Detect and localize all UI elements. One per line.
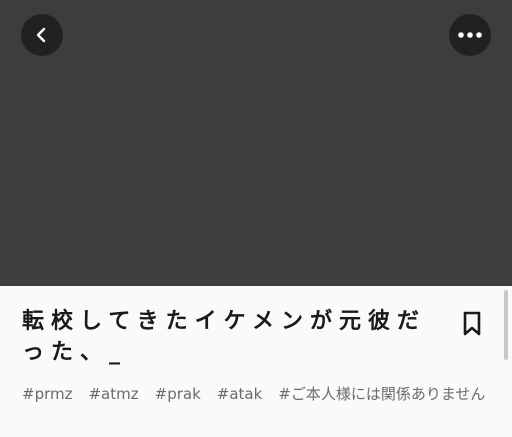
back-button[interactable]	[21, 14, 63, 56]
more-horizontal-icon	[458, 32, 482, 38]
tag-link[interactable]: #prmz	[22, 384, 72, 404]
cover-image	[0, 0, 512, 286]
bookmark-icon	[463, 311, 481, 336]
scrollbar[interactable]	[504, 290, 508, 360]
tag-link[interactable]: #atmz	[88, 384, 138, 404]
story-info-panel: 転校してきたイケメンが元彼だった、_ #prmz #atmz #prak #at…	[0, 286, 512, 437]
story-detail-screen: 転校してきたイケメンが元彼だった、_ #prmz #atmz #prak #at…	[0, 0, 512, 437]
tag-link[interactable]: #prak	[155, 384, 201, 404]
chevron-left-icon	[36, 27, 46, 43]
bookmark-button[interactable]	[459, 310, 485, 338]
tag-link[interactable]: #ご本人様には関係ありません	[278, 384, 485, 404]
tag-list: #prmz #atmz #prak #atak #ご本人様には関係ありません	[22, 384, 485, 404]
story-title: 転校してきたイケメンが元彼だった、_	[22, 309, 427, 365]
tag-link[interactable]: #atak	[217, 384, 263, 404]
more-options-button[interactable]	[449, 14, 491, 56]
